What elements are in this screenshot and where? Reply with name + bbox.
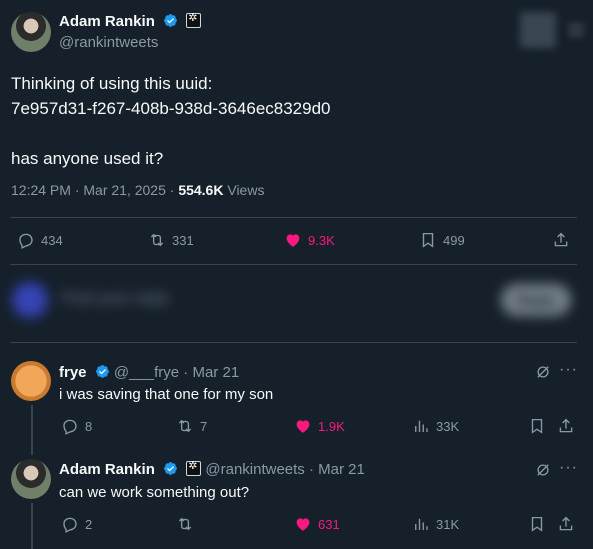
like-count: 1.9K (318, 418, 345, 434)
share-icon[interactable] (557, 515, 575, 538)
views-button[interactable]: 31K (412, 515, 459, 533)
composer-input[interactable]: Post your reply (62, 290, 169, 308)
tweet-text-uuid: 7e957d31-f267-408b-938d-3646ec8329d0 (11, 99, 331, 118)
tweet-text-line: Thinking of using this uuid: (11, 74, 213, 93)
reply-date[interactable]: · Mar 21 (179, 364, 239, 381)
bookmark-icon (422, 232, 434, 248)
tweet-text: Thinking of using this uuid: 7e957d31-f2… (11, 71, 331, 171)
heart-filled-icon (296, 518, 310, 531)
bookmark-count: 499 (443, 232, 465, 248)
avatar[interactable] (11, 12, 51, 52)
verified-badge-icon (164, 14, 177, 27)
avatar[interactable] (11, 459, 51, 499)
reply-icon (63, 419, 77, 435)
more-options-icon[interactable]: ··· (559, 361, 578, 379)
divider (10, 264, 577, 265)
author-handle[interactable]: @rankintweets (205, 461, 304, 478)
share-icon[interactable] (557, 417, 575, 440)
repost-icon (150, 233, 164, 247)
share-icon (554, 232, 568, 247)
author-name[interactable]: Adam Rankin (59, 461, 155, 478)
reply-count: 2 (85, 516, 93, 532)
bookmark-icon[interactable] (528, 417, 546, 440)
like-button[interactable]: 9.3K (284, 231, 335, 249)
repost-count: 331 (172, 232, 194, 248)
views-chart-icon (415, 420, 428, 432)
author-name-row: Adam Rankin (59, 11, 202, 30)
more-options-blurred[interactable] (568, 22, 584, 38)
repost-button[interactable] (176, 515, 200, 533)
views-chart-icon (415, 518, 428, 530)
thread-line (31, 405, 33, 455)
reply-composer[interactable]: Post your reply Reply (0, 272, 593, 332)
repost-button[interactable]: 331 (148, 231, 194, 249)
reply-count: 434 (41, 232, 63, 248)
reply-header: frye @___frye · Mar 21 (59, 364, 239, 381)
divider (10, 342, 577, 343)
reply-icon (63, 517, 77, 533)
composer-avatar (12, 282, 48, 318)
reply-count: 8 (85, 418, 93, 434)
repost-icon (178, 517, 192, 531)
verified-badge-icon (95, 365, 109, 378)
heart-filled-icon (296, 420, 310, 433)
like-button[interactable]: 1.9K (294, 417, 345, 435)
reply-button[interactable]: 8 (61, 417, 92, 435)
bookmark-button[interactable]: 499 (419, 231, 465, 249)
divider (10, 217, 577, 218)
author-name[interactable]: frye (59, 364, 87, 381)
affiliate-badge-icon (186, 11, 202, 28)
share-button[interactable] (552, 231, 570, 249)
like-button[interactable]: 631 (294, 515, 340, 533)
bookmark-icon[interactable] (528, 515, 546, 538)
author-handle[interactable]: @rankintweets (59, 34, 158, 51)
tweet-text-line: has anyone used it? (11, 149, 164, 168)
grok-icon[interactable] (534, 461, 552, 484)
grok-icon[interactable] (534, 363, 552, 386)
reply-button[interactable]: 434 (17, 231, 63, 249)
repost-button[interactable]: 7 (176, 417, 207, 435)
avatar[interactable] (11, 361, 51, 401)
affiliate-badge-icon (186, 459, 202, 476)
reply-button[interactable]: 2 (61, 515, 92, 533)
reply-date[interactable]: · Mar 21 (305, 461, 365, 478)
reply-submit-button[interactable]: Reply (501, 284, 571, 316)
author-handle[interactable]: @___frye (114, 364, 179, 381)
like-count: 631 (318, 516, 340, 532)
repost-count: 7 (200, 418, 208, 434)
author-name[interactable]: Adam Rankin (59, 13, 155, 30)
views-count: 31K (436, 516, 460, 532)
views-count: 554.6K (178, 182, 224, 198)
blurred-follow-button[interactable] (520, 12, 556, 48)
reply-text: can we work something out? (59, 484, 250, 501)
more-options-icon[interactable]: ··· (559, 459, 578, 477)
timestamp[interactable]: 12:24 PM · Mar 21, 2025 · (11, 182, 178, 198)
heart-filled-icon (286, 234, 300, 247)
thread-line (31, 503, 33, 549)
views-label: Views (223, 182, 265, 198)
reply-icon (19, 233, 33, 249)
views-count: 33K (436, 418, 460, 434)
views-button[interactable]: 33K (412, 417, 459, 435)
timestamp-row: 12:24 PM · Mar 21, 2025 · 554.6K Views (11, 182, 264, 198)
reply-header: Adam Rankin @rankintweets · Mar 21 (59, 459, 365, 478)
verified-badge-icon (164, 462, 177, 475)
repost-icon (178, 419, 192, 433)
like-count: 9.3K (308, 232, 335, 248)
reply-text: i was saving that one for my son (59, 386, 274, 403)
